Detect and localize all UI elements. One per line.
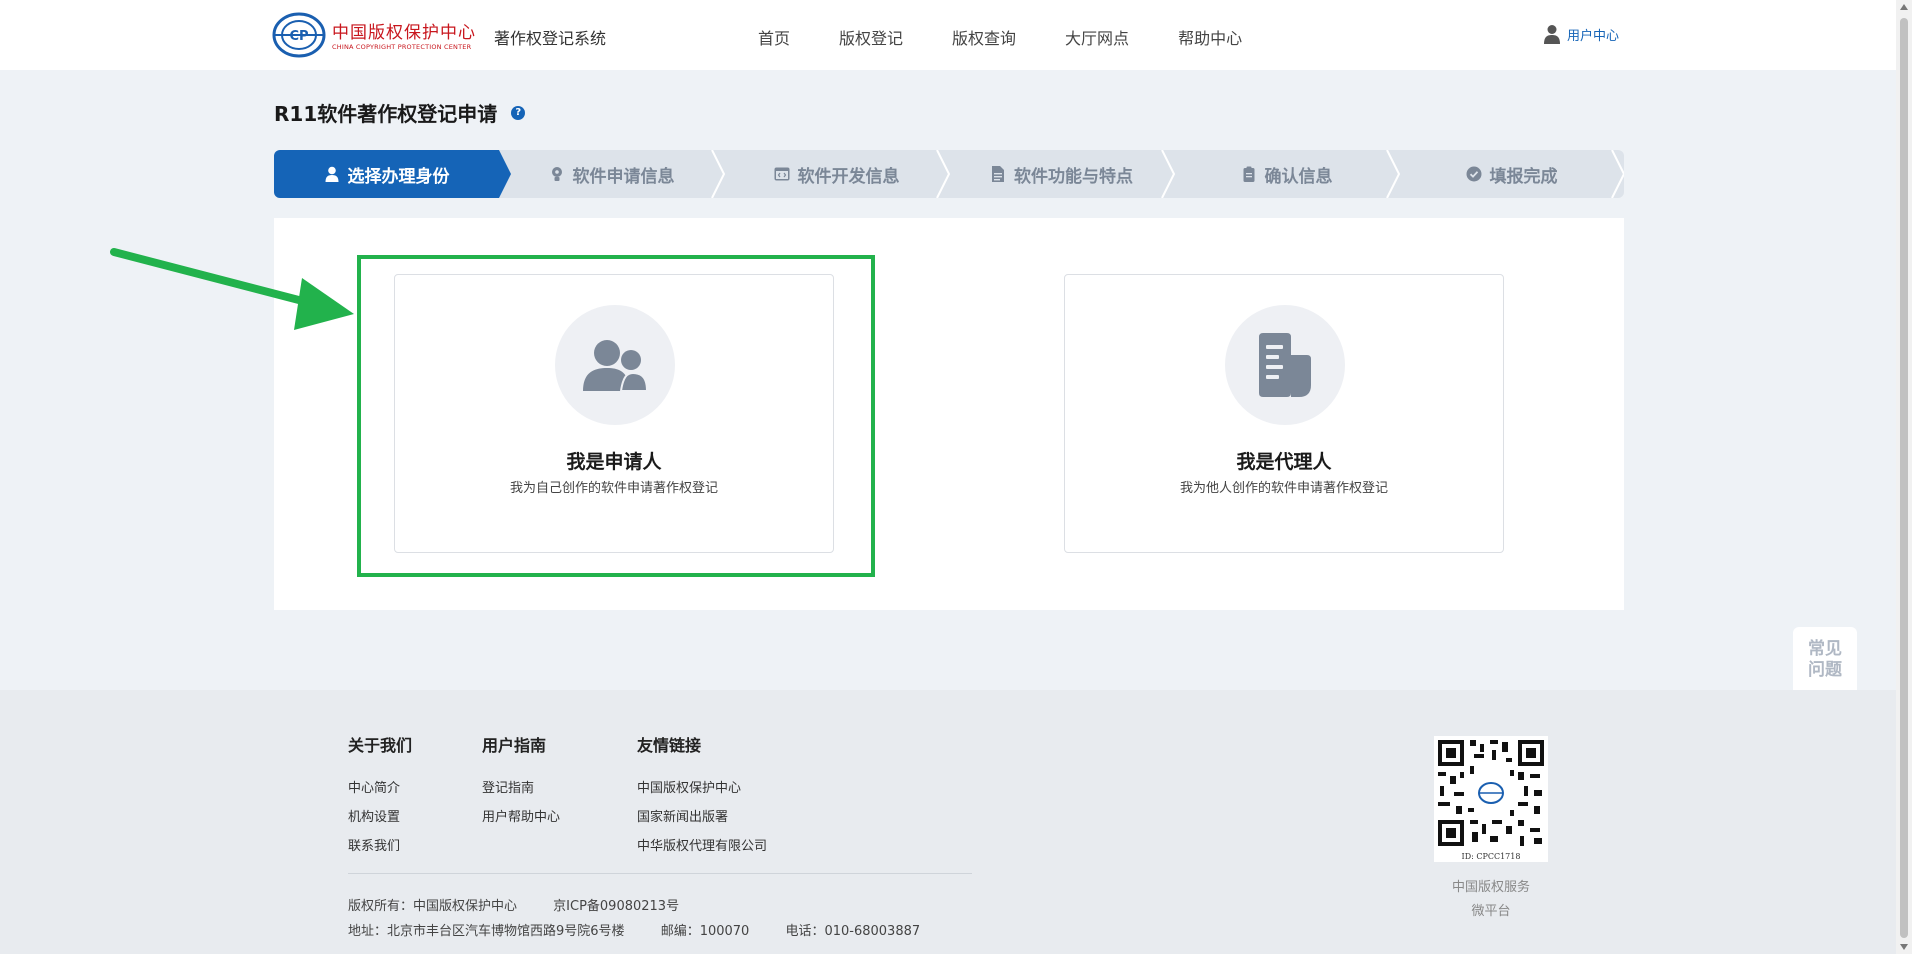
main-nav: 首页 版权登记 版权查询 大厅网点 帮助中心 [758, 25, 1291, 49]
nav-home[interactable]: 首页 [758, 25, 790, 49]
step-software-application-info: 软件申请信息 [499, 150, 726, 198]
document-icon [992, 166, 1004, 182]
logo-chinese-name: 中国版权保护中心 [332, 23, 476, 43]
page-footer: 关于我们 中心简介 机构设置 联系我们 用户指南 登记指南 用户帮助中心 友情链… [0, 690, 1896, 954]
agent-card-title: 我是代理人 [1236, 451, 1332, 473]
footer-column-about: 关于我们 中心简介 机构设置 联系我们 [348, 732, 412, 861]
cpcc-logo[interactable]: CP 中国版权保护中心 CHINA COPYRIGHT PROTECTION C… [272, 12, 478, 58]
nav-service-halls[interactable]: 大厅网点 [1065, 25, 1129, 49]
step-select-identity: 选择办理身份 [274, 150, 511, 198]
page-title: R11软件著作权登记申请 ? [274, 98, 526, 127]
step-confirm-info: 确认信息 [1174, 150, 1401, 198]
footer-link-organization[interactable]: 机构设置 [348, 803, 412, 832]
footer-link-center-intro[interactable]: 中心简介 [348, 774, 412, 803]
user-icon [325, 166, 338, 182]
applicant-icon-circle [555, 305, 675, 425]
faq-label-line1: 常见 [1808, 639, 1842, 659]
footer-column-title: 关于我们 [348, 736, 413, 755]
user-center-link[interactable]: 用户中心 [1543, 24, 1619, 44]
step-label: 软件功能与特点 [1014, 166, 1133, 187]
step-label: 确认信息 [1264, 166, 1333, 187]
applicant-card-subtitle: 我为自己创作的软件申请著作权登记 [509, 481, 718, 496]
step-complete: 填报完成 [1399, 150, 1624, 198]
help-question-icon[interactable]: ? [511, 105, 526, 120]
nav-copyright-query[interactable]: 版权查询 [952, 25, 1016, 49]
progress-steps: 选择办理身份 软件申请信息 软件开发信息 软件功能与特点 确认信息 填报完成 [274, 150, 1624, 198]
nav-help-center[interactable]: 帮助中心 [1178, 25, 1242, 49]
scroll-up-arrow-icon[interactable] [1900, 4, 1908, 10]
page-title-text: R11软件著作权登记申请 [274, 102, 498, 126]
address-text: 地址：北京市丰台区汽车博物馆西路9号院6号楼 [348, 924, 625, 939]
footer-link-cpcc[interactable]: 中国版权保护中心 [637, 774, 767, 803]
identity-selection-panel: 我是申请人 我为自己创作的软件申请著作权登记 我是代理人 我为他人创作的软件申请… [274, 218, 1624, 610]
agent-card[interactable]: 我是代理人 我为他人创作的软件申请著作权登记 [1064, 274, 1504, 553]
user-icon [1544, 25, 1560, 44]
nav-copyright-registration[interactable]: 版权登记 [839, 25, 903, 49]
phone-text: 电话：010-68003887 [785, 924, 921, 939]
step-label: 软件申请信息 [572, 166, 675, 187]
step-label: 软件开发信息 [797, 166, 900, 187]
step-separator [1611, 150, 1624, 198]
faq-label-line2: 问题 [1808, 660, 1842, 680]
system-title: 著作权登记系统 [494, 29, 607, 48]
footer-column-title: 用户指南 [482, 736, 547, 755]
footer-divider [348, 873, 972, 874]
footer-link-nppa[interactable]: 国家新闻出版署 [637, 803, 767, 832]
cpcc-logo-emblem-icon: CP [272, 12, 326, 58]
footer-address-line: 地址：北京市丰台区汽车博物馆西路9号院6号楼 邮编：100070 电话：010-… [348, 920, 952, 939]
footer-link-registration-guide[interactable]: 登记指南 [482, 774, 560, 803]
step-software-features: 软件功能与特点 [949, 150, 1176, 198]
qr-label-line1: 中国版权服务 [1451, 880, 1530, 895]
footer-copyright-line: 版权所有：中国版权保护中心 京ICP备09080213号 [348, 895, 711, 914]
footer-link-cca[interactable]: 中华版权代理有限公司 [637, 832, 767, 861]
footer-link-user-help[interactable]: 用户帮助中心 [482, 803, 560, 832]
document-stack-icon [1259, 333, 1311, 397]
qr-label-line2: 微平台 [1471, 904, 1511, 919]
footer-column-title: 友情链接 [637, 736, 702, 755]
clipboard-icon [1243, 166, 1254, 182]
logo-english-name: CHINA COPYRIGHT PROTECTION CENTER [332, 43, 472, 51]
qr-code-icon [1434, 736, 1548, 850]
footer-link-contact[interactable]: 联系我们 [348, 832, 412, 861]
check-circle-icon [1466, 166, 1481, 182]
applicant-card[interactable]: 我是申请人 我为自己创作的软件申请著作权登记 [394, 274, 834, 553]
footer-column-friend-links: 友情链接 中国版权保护中心 国家新闻出版署 中华版权代理有限公司 [637, 732, 767, 861]
code-icon [774, 167, 789, 181]
postcode-text: 邮编：100070 [660, 924, 750, 939]
wechat-qr-code: ID: CPCC1718 [1434, 736, 1548, 862]
scroll-down-arrow-icon[interactable] [1900, 944, 1908, 950]
agent-card-subtitle: 我为他人创作的软件申请著作权登记 [1179, 481, 1388, 496]
top-header: CP 中国版权保护中心 CHINA COPYRIGHT PROTECTION C… [0, 0, 1896, 70]
faq-button[interactable]: 常见 问题 [1793, 639, 1857, 681]
user-center-label: 用户中心 [1567, 28, 1620, 44]
users-icon [583, 340, 649, 392]
icp-license[interactable]: 京ICP备09080213号 [553, 899, 679, 914]
step-label: 选择办理身份 [347, 166, 450, 187]
scroll-thumb[interactable] [1900, 18, 1908, 938]
vertical-scrollbar[interactable] [1896, 0, 1912, 954]
copyright-text: 版权所有：中国版权保护中心 [348, 899, 518, 914]
bulb-icon [551, 167, 562, 181]
agent-icon-circle [1225, 305, 1345, 425]
svg-text:CP: CP [289, 29, 308, 44]
applicant-card-title: 我是申请人 [566, 451, 662, 473]
step-label: 填报完成 [1489, 166, 1558, 187]
step-software-development-info: 软件开发信息 [724, 150, 951, 198]
qr-id-text: ID: CPCC1718 [1461, 852, 1521, 861]
footer-column-guide: 用户指南 登记指南 用户帮助中心 [482, 732, 560, 832]
